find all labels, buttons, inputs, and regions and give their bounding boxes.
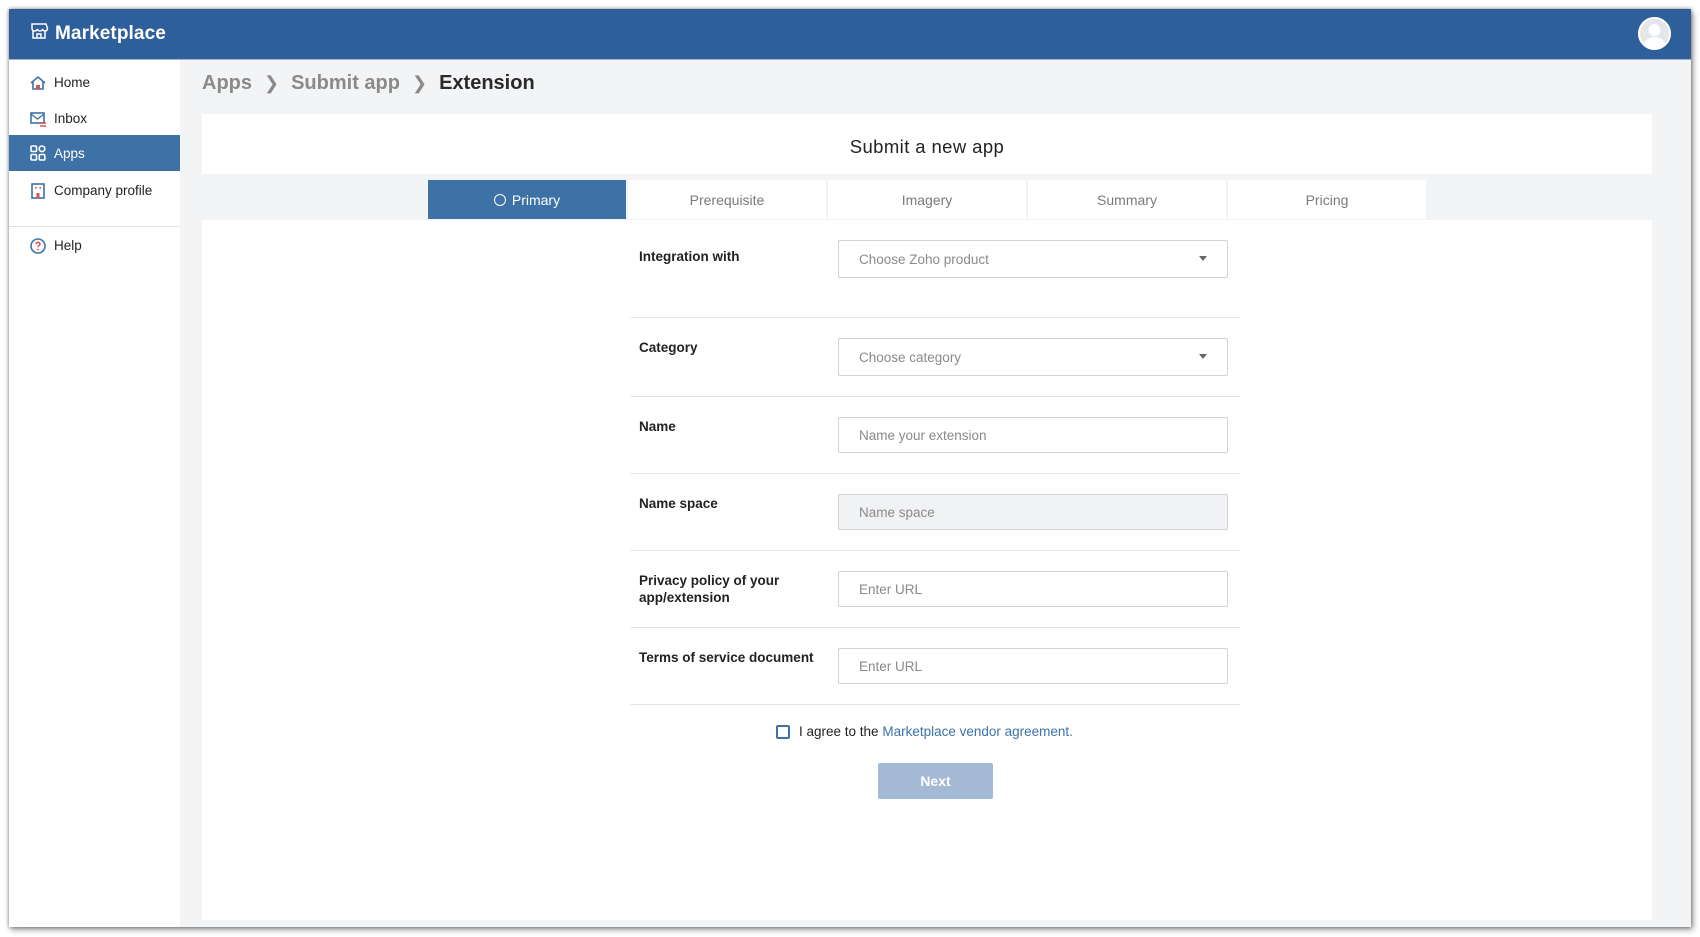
tab-summary[interactable]: Summary [1028,180,1226,219]
tab-label: Prerequisite [689,191,765,208]
form-row-name: Name [630,397,1240,474]
breadcrumb: Apps ❯ Submit app ❯ Extension [202,72,535,95]
agreement-checkbox[interactable] [776,724,790,739]
privacy-policy-field[interactable] [838,571,1228,607]
home-icon [30,75,46,90]
sidebar-item-label: Apps [54,145,85,161]
sidebar-item-label: Help [54,238,82,253]
integration-select-placeholder: Choose Zoho product [859,251,989,267]
sidebar-item-apps[interactable]: Apps [9,135,180,171]
name-field[interactable] [838,417,1228,453]
sidebar-item-company-profile[interactable]: Company profile [9,171,180,210]
breadcrumb-apps[interactable]: Apps [202,72,252,95]
sidebar-item-help[interactable]: Help [9,226,180,265]
name-label: Name [639,419,676,434]
step-circle-icon [493,193,506,206]
tab-label: Primary [511,191,561,208]
name-input[interactable] [859,427,1227,443]
tab-label: Summary [1097,191,1157,208]
user-avatar-icon [1643,24,1666,48]
category-select-placeholder: Choose category [859,349,962,365]
tab-prerequisite[interactable]: Prerequisite [628,180,826,219]
sidebar-item-label: Inbox [54,111,88,126]
inbox-icon [30,111,46,127]
building-icon [31,182,45,199]
top-bar: Marketplace [9,9,1691,60]
breadcrumb-submit-app[interactable]: Submit app [291,72,400,95]
form-row-integration: Integration with Choose Zoho product [630,240,1240,318]
form-row-terms-of-service: Terms of service document [630,628,1240,705]
chevron-down-icon [1199,354,1207,359]
integration-label: Integration with [639,249,740,264]
chevron-right-icon: ❯ [411,73,428,93]
brand[interactable]: Marketplace [29,21,166,46]
terms-of-service-input[interactable] [859,658,1227,674]
chevron-right-icon: ❯ [264,73,280,93]
integration-select[interactable]: Choose Zoho product [838,240,1228,278]
form-row-privacy-policy: Privacy policy of your app/extension [630,551,1240,628]
next-button[interactable]: Next [878,763,993,799]
user-avatar[interactable] [1638,17,1671,50]
vendor-agreement-link[interactable]: Marketplace vendor agreement. [882,724,1073,739]
namespace-field [838,494,1228,530]
breadcrumb-extension: Extension [439,72,535,94]
chevron-down-icon [1199,256,1207,261]
storefront-icon [29,21,49,46]
agreement: I agree to the Marketplace vendor agreem… [776,724,1073,739]
sidebar: Home Inbox Apps Company profile Help [9,60,180,927]
tab-primary[interactable]: Primary [428,180,626,219]
form-row-category: Category Choose category [630,318,1240,397]
terms-of-service-label: Terms of service document [639,650,814,665]
privacy-policy-label: Privacy policy of your app/extension [639,573,780,605]
namespace-input [859,504,1227,520]
sidebar-item-home[interactable]: Home [9,63,180,102]
agreement-text: I agree to the [799,724,879,739]
apps-grid-icon [30,145,46,161]
tab-label: Pricing [1305,191,1349,208]
step-tabs: Primary Prerequisite Imagery Summary Pri… [428,180,1426,219]
category-label: Category [639,340,698,355]
sidebar-item-inbox[interactable]: Inbox [9,99,180,138]
app-title: Marketplace [55,22,166,44]
tab-pricing[interactable]: Pricing [1228,180,1426,219]
sidebar-item-label: Home [54,75,91,90]
submit-app-form: Integration with Choose Zoho product Cat… [630,240,1240,705]
privacy-policy-input[interactable] [859,581,1227,597]
tab-label: Imagery [901,191,953,208]
page-title: Submit a new app [849,136,1005,157]
panel-header: Submit a new app [202,114,1652,174]
namespace-label: Name space [639,496,718,511]
sidebar-item-label: Company profile [54,183,153,198]
category-select[interactable]: Choose category [838,338,1228,376]
help-icon [30,237,46,254]
form-row-namespace: Name space [630,474,1240,551]
tab-imagery[interactable]: Imagery [828,180,1026,219]
terms-of-service-field[interactable] [838,648,1228,684]
